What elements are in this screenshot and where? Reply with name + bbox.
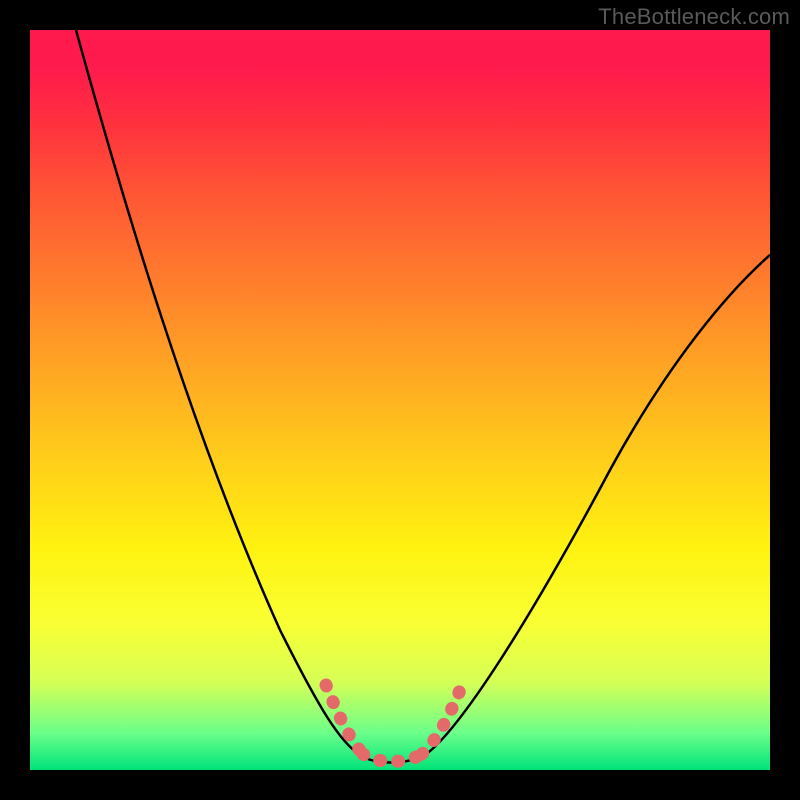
curve-right	[425, 255, 770, 755]
plot-area	[30, 30, 770, 770]
watermark-text: TheBottleneck.com	[598, 4, 790, 30]
optimal-marker-left	[326, 685, 363, 754]
bottleneck-curve	[30, 30, 770, 770]
curve-left	[76, 30, 360, 755]
optimal-marker-right	[422, 690, 460, 754]
chart-frame: TheBottleneck.com	[0, 0, 800, 800]
